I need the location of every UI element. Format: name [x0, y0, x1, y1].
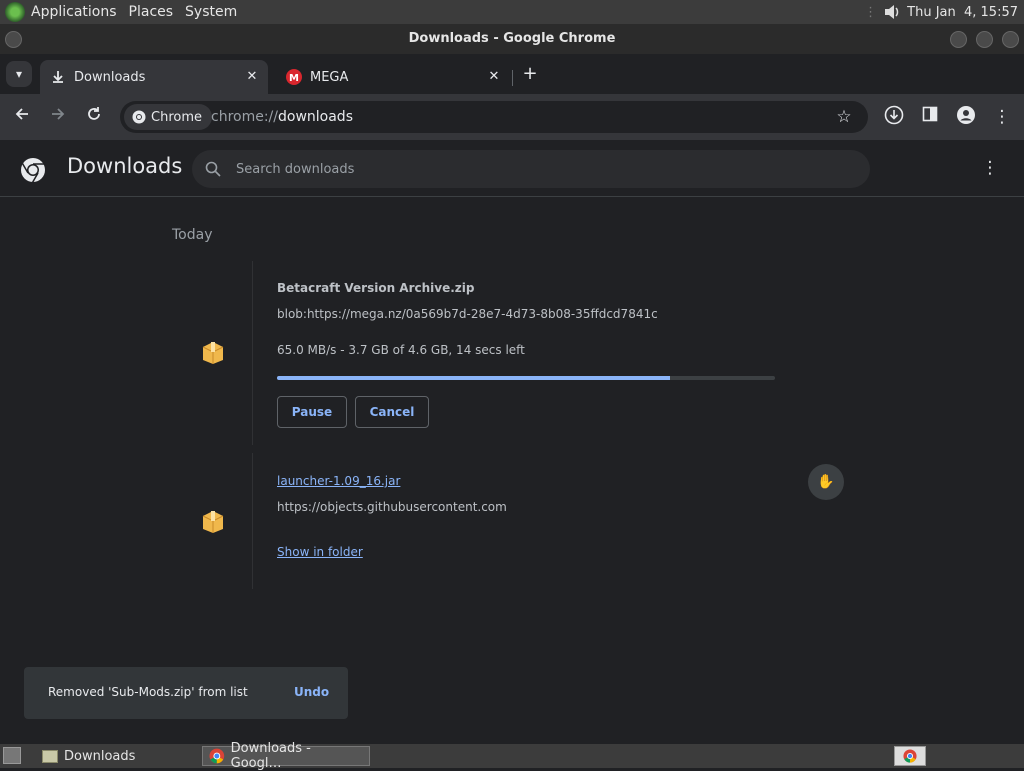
window-title: Downloads - Google Chrome	[408, 31, 616, 46]
reload-icon	[88, 107, 100, 120]
distro-logo-icon[interactable]	[5, 2, 25, 22]
day-heading: Today	[172, 227, 213, 243]
downloads-toolbar-button[interactable]	[882, 105, 906, 129]
arrow-left-icon	[15, 108, 28, 120]
file-name-link[interactable]: launcher-1.09_16.jar	[277, 474, 400, 488]
url-text[interactable]: chrome://downloads	[211, 101, 353, 133]
download-progress-bar	[277, 376, 775, 380]
chrome-menu-button[interactable]: ⋮	[990, 105, 1014, 129]
download-icon	[50, 69, 66, 85]
search-icon	[205, 161, 221, 177]
site-chip-label: Chrome	[151, 109, 202, 125]
window-menu-button[interactable]	[5, 31, 22, 48]
show-in-folder-link[interactable]: Show in folder	[277, 545, 363, 559]
site-chip[interactable]: Chrome	[124, 104, 212, 130]
applications-menu[interactable]: Applications	[25, 0, 123, 24]
window-titlebar[interactable]: Downloads - Google Chrome	[0, 24, 1024, 54]
chrome-logo-icon	[21, 158, 45, 183]
download-status: 65.0 MB/s - 3.7 GB of 4.6 GB, 14 secs le…	[277, 343, 525, 357]
url-path: downloads	[278, 109, 353, 125]
close-window-button[interactable]	[1002, 31, 1019, 48]
tab-mega[interactable]: M MEGA ✕	[276, 60, 510, 94]
tab-label: MEGA	[310, 69, 349, 85]
reload-button[interactable]	[82, 105, 106, 129]
svg-text:M: M	[289, 73, 299, 84]
kebab-menu-icon: ⋮	[981, 158, 999, 178]
toast-message: Removed 'Sub-Mods.zip' from list	[48, 685, 248, 699]
tab-label: Downloads	[74, 69, 146, 85]
forward-button[interactable]	[46, 105, 70, 129]
icon-column	[172, 453, 253, 589]
search-input[interactable]	[236, 150, 836, 188]
download-circle-icon	[884, 105, 904, 125]
arrow-right-icon	[52, 108, 65, 120]
show-desktop-button[interactable]	[3, 747, 21, 764]
cancel-button[interactable]: Cancel	[355, 396, 429, 428]
bookmark-star-icon[interactable]: ☆	[832, 105, 856, 129]
taskbar-item-downloads-folder[interactable]: Downloads	[36, 746, 200, 766]
plus-icon: +	[522, 63, 538, 84]
toast-notification: Removed 'Sub-Mods.zip' from list Undo	[24, 667, 348, 719]
downloads-menu-button[interactable]: ⋮	[978, 156, 1002, 180]
icon-column	[172, 261, 253, 445]
page-title: Downloads	[67, 154, 183, 178]
download-item: launcher-1.09_16.jar https://objects.git…	[172, 453, 852, 589]
downloads-header: Downloads ⋮	[0, 140, 1024, 197]
tab-search-button[interactable]: ▾	[6, 61, 32, 87]
tab-strip: ▾ Downloads ✕ M MEGA ✕ +	[0, 54, 1024, 94]
undo-button[interactable]: Undo	[294, 685, 329, 699]
download-progress-fill	[277, 376, 671, 380]
file-name: Betacraft Version Archive.zip	[277, 281, 475, 295]
archive-file-icon	[202, 342, 224, 364]
tab-divider	[512, 70, 513, 86]
back-button[interactable]	[10, 105, 34, 129]
clock[interactable]: Thu Jan 4, 15:57	[907, 5, 1018, 20]
chrome-icon	[209, 748, 225, 764]
places-menu[interactable]: Places	[123, 0, 180, 24]
taskbar-item-chrome[interactable]: Downloads - Googl…	[202, 741, 370, 771]
hand-cursor-icon: ✋	[817, 474, 835, 490]
side-panel-icon	[922, 106, 938, 122]
chrome-logo-icon	[132, 110, 146, 124]
chevron-down-icon: ▾	[15, 67, 23, 81]
taskbar-item-label: Downloads	[64, 748, 136, 764]
chrome-icon	[903, 749, 917, 763]
maximize-button[interactable]	[976, 31, 993, 48]
tray-chrome-icon[interactable]	[894, 746, 926, 766]
volume-icon[interactable]	[883, 3, 901, 21]
side-panel-button[interactable]	[918, 105, 942, 129]
file-source-url: https://objects.githubusercontent.com	[277, 500, 507, 514]
top-panel: Applications Places System ⋮ Thu Jan 4, …	[0, 0, 1024, 24]
browser-toolbar: Chrome chrome://downloads ☆ ⋮	[0, 94, 1024, 140]
close-icon[interactable]: ✕	[486, 69, 502, 85]
taskbar: Downloads Downloads - Googl…	[0, 741, 1024, 771]
pause-button[interactable]: Pause	[277, 396, 347, 428]
archive-file-icon	[202, 511, 224, 533]
tab-downloads[interactable]: Downloads ✕	[40, 60, 268, 94]
panel-separator: ⋮	[864, 4, 878, 20]
minimize-button[interactable]	[950, 31, 967, 48]
file-source-url: blob:https://mega.nz/0a569b7d-28e7-4d73-…	[277, 307, 658, 321]
search-box[interactable]	[192, 150, 870, 188]
download-item: Betacraft Version Archive.zip blob:https…	[172, 261, 852, 445]
new-tab-button[interactable]: +	[520, 64, 540, 84]
close-icon[interactable]: ✕	[244, 69, 260, 85]
profile-icon	[957, 106, 975, 124]
omnibox[interactable]: Chrome chrome://downloads ☆	[120, 101, 868, 133]
folder-icon	[42, 749, 58, 763]
taskbar-item-label: Downloads - Googl…	[230, 741, 311, 771]
remove-from-list-button[interactable]: ✋	[808, 464, 844, 500]
system-menu[interactable]: System	[179, 0, 243, 24]
mega-icon: M	[286, 69, 302, 85]
url-scheme: chrome://	[211, 109, 278, 125]
kebab-menu-icon: ⋮	[993, 107, 1011, 127]
profile-button[interactable]	[954, 105, 978, 129]
